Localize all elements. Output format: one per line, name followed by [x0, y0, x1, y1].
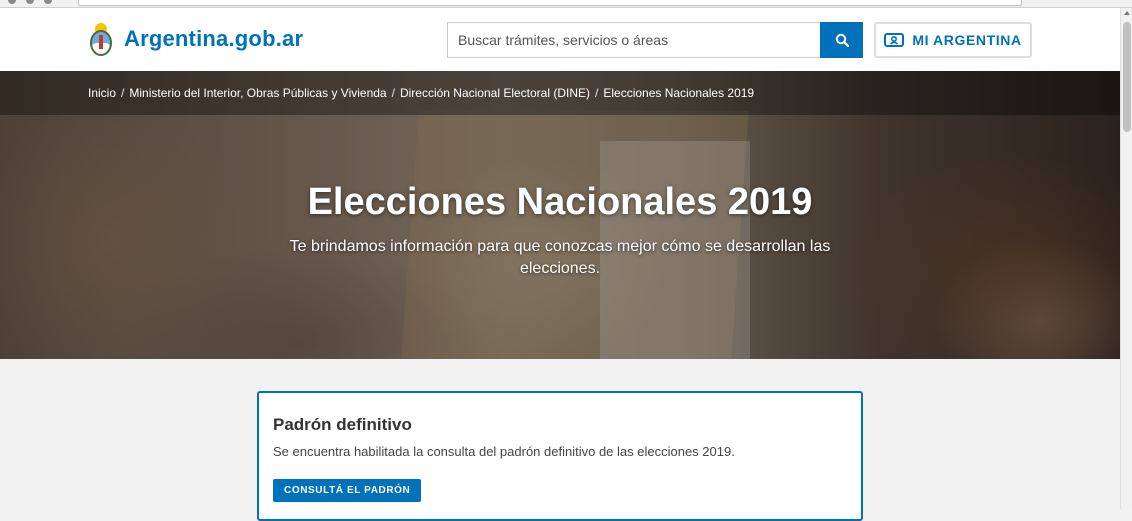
- mi-argentina-button[interactable]: MI ARGENTINA: [874, 22, 1032, 58]
- address-bar[interactable]: [78, 0, 1022, 6]
- search-form: [447, 22, 863, 58]
- forward-icon[interactable]: [26, 0, 34, 4]
- breadcrumb-separator: /: [391, 86, 395, 100]
- breadcrumb-item-ministerio[interactable]: Ministerio del Interior, Obras Públicas …: [129, 86, 386, 100]
- site-header: Argentina.gob.ar MI ARGENTINA: [0, 8, 1120, 71]
- card-title: Padrón definitivo: [273, 415, 412, 434]
- consulta-padron-button[interactable]: CONSULTÁ EL PADRÓN: [273, 479, 422, 502]
- search-button[interactable]: [820, 22, 863, 58]
- reload-icon[interactable]: [44, 0, 52, 4]
- scrollbar[interactable]: [1120, 8, 1132, 509]
- page-title: Elecciones Nacionales 2019: [307, 181, 813, 223]
- breadcrumb-separator: /: [595, 86, 599, 100]
- coat-of-arms-icon: [90, 23, 112, 56]
- search-input[interactable]: [447, 22, 820, 58]
- browser-chrome: [0, 0, 1132, 8]
- back-icon[interactable]: [8, 0, 16, 4]
- breadcrumb-item-inicio[interactable]: Inicio: [88, 86, 116, 100]
- card-text: Se encuentra habilitada la consulta del …: [273, 444, 735, 459]
- padron-card: Padrón definitivo Se encuentra habilitad…: [257, 391, 863, 521]
- page-subtitle: Te brindamos información para que conozc…: [289, 238, 831, 277]
- mi-argentina-label: MI ARGENTINA: [912, 32, 1022, 48]
- breadcrumb-item-dine[interactable]: Dirección Nacional Electoral (DINE): [400, 86, 590, 100]
- site-logo[interactable]: Argentina.gob.ar: [88, 21, 303, 57]
- id-card-icon: [884, 33, 905, 47]
- breadcrumb-bar: Inicio / Ministerio del Interior, Obras …: [0, 71, 1120, 115]
- breadcrumb-item-current: Elecciones Nacionales 2019: [603, 86, 755, 100]
- logo-text: Argentina.gob.ar: [124, 26, 304, 51]
- search-icon: [835, 33, 849, 47]
- scroll-up-icon[interactable]: [1124, 11, 1130, 15]
- breadcrumb: Inicio / Ministerio del Interior, Obras …: [88, 86, 754, 100]
- hero-banner: Inicio / Ministerio del Interior, Obras …: [0, 71, 1120, 359]
- scrollbar-thumb[interactable]: [1123, 22, 1131, 132]
- breadcrumb-separator: /: [121, 86, 125, 100]
